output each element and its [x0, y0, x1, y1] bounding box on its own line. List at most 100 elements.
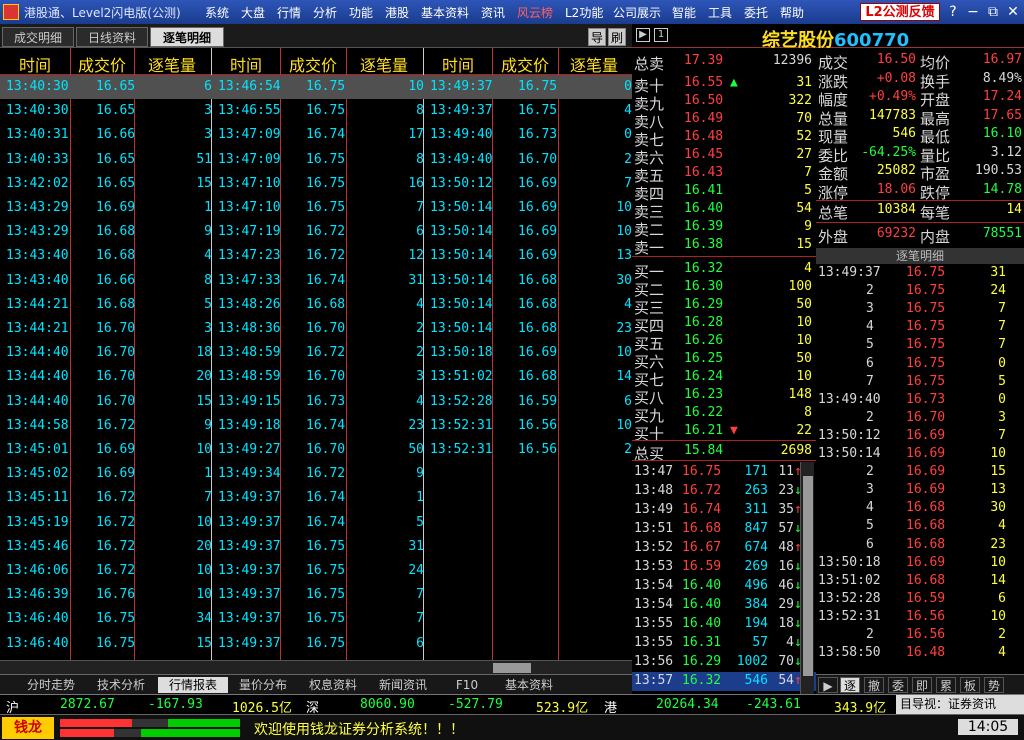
menu-analysis[interactable]: 分析: [313, 4, 337, 21]
rtab-tick[interactable]: 逐: [840, 677, 860, 693]
tick-price: 16.70: [306, 321, 346, 336]
table-row[interactable]: 13:43:29 16.69 1 13:47:10 16.75 7 13:50:14 16.6…: [0, 196, 632, 220]
vertical-scrollbar[interactable]: [800, 462, 814, 694]
table-row[interactable]: 13:43:29 16.68 9 13:47:19 16.72 6 13:50:14 16.6…: [0, 220, 632, 244]
minute-row[interactable]: 13:51 16.68 847 57 ↓: [632, 520, 816, 539]
menu-hk[interactable]: 港股: [385, 4, 409, 21]
scroll-thumb[interactable]: [803, 476, 813, 676]
menu-smart[interactable]: 智能: [672, 4, 696, 21]
tick-volume: 0: [998, 391, 1006, 407]
refresh-button[interactable]: 刷: [608, 28, 626, 46]
minute-row[interactable]: 13:55 16.31 57 4 ↓: [632, 634, 816, 653]
tab-daily-data[interactable]: 日线资料: [76, 27, 148, 47]
tab-basic-data[interactable]: 基本资料: [496, 677, 562, 693]
table-row[interactable]: 13:43:40 16.66 8 13:47:33 16.74 31 13:50:14 16.…: [0, 269, 632, 293]
minute-row[interactable]: 13:52 16.67 674 48 ↑: [632, 539, 816, 558]
tick-time: 13:49:37: [430, 103, 493, 119]
ask-row-label: 卖一: [634, 239, 665, 257]
l2-feedback-button[interactable]: L2公测反馈: [860, 3, 940, 21]
table-row[interactable]: 13:40:30 16.65 6 13:46:54 16.75 10 13:49:37 16.…: [0, 75, 632, 99]
table-row[interactable]: 13:40:31 16.66 3 13:47:09 16.74 17 13:49:40 16.…: [0, 123, 632, 147]
table-row[interactable]: 13:45:19 16.72 10 13:49:37 16.74 5: [0, 511, 632, 535]
stat-value: 546: [892, 126, 916, 141]
menu-function[interactable]: 功能: [349, 4, 373, 21]
table-row[interactable]: 13:45:02 16.69 1 13:49:34 16.72 9: [0, 462, 632, 486]
table-row[interactable]: 13:40:33 16.65 51 13:47:09 16.75 8 13:49:40 16.…: [0, 148, 632, 172]
menu-system[interactable]: 系统: [205, 4, 229, 21]
rtab-trend[interactable]: 势: [984, 677, 1004, 693]
tab-trade-detail[interactable]: 成交明细: [2, 27, 74, 47]
tab-news[interactable]: 新闻资讯: [370, 677, 436, 693]
menu-rank[interactable]: 风云榜: [517, 4, 553, 21]
tick-price: 16.75: [306, 587, 346, 603]
minute-row[interactable]: 13:48 16.72 263 23 ↓: [632, 482, 816, 501]
table-row[interactable]: 13:46:40 16.75 15 13:49:37 16.75 6: [0, 632, 632, 656]
tab-f10[interactable]: F10: [440, 677, 494, 693]
rtab-instant[interactable]: 即: [912, 677, 932, 693]
tab-quote-report[interactable]: 行情报表: [158, 677, 228, 693]
stat-value: 16.50: [876, 52, 916, 67]
menu-company[interactable]: 公司展示: [613, 4, 661, 21]
tab-intraday[interactable]: 分时走势: [18, 677, 84, 693]
tick-time: 5: [866, 337, 874, 353]
table-row[interactable]: 13:40:30 16.65 3 13:46:55 16.75 8 13:49:37 16.7…: [0, 99, 632, 123]
table-row[interactable]: 13:44:40 16.70 15 13:49:15 16.73 4 13:52:28 16.…: [0, 390, 632, 414]
table-row[interactable]: 13:44:58 16.72 9 13:49:18 16.74 23 13:52:31 16.…: [0, 414, 632, 438]
restore-icon[interactable]: ⧉: [984, 3, 1002, 21]
help-icon[interactable]: ?: [944, 3, 962, 21]
table-row[interactable]: 13:42:02 16.65 15 13:47:10 16.75 16 13:50:12 16…: [0, 172, 632, 196]
tab-volume-price[interactable]: 量价分布: [230, 677, 296, 693]
minute-row[interactable]: 13:53 16.59 269 16 ↓: [632, 558, 816, 577]
page-one-icon[interactable]: 1: [654, 28, 668, 42]
table-row[interactable]: 13:44:40 16.70 18 13:48:59 16.72 2 13:50:18 16.…: [0, 341, 632, 365]
minute-row[interactable]: 13:56 16.29 1002 70 ↓: [632, 653, 816, 672]
close-icon[interactable]: ✕: [1004, 3, 1022, 21]
table-row[interactable]: 13:46:06 16.72 10 13:49:37 16.75 24: [0, 559, 632, 583]
scroll-thumb[interactable]: [493, 663, 531, 673]
menu-news[interactable]: 资讯: [481, 4, 505, 21]
table-row[interactable]: 13:43:40 16.68 4 13:47:23 16.72 12 13:50:14 16.…: [0, 244, 632, 268]
tab-dividend[interactable]: 权息资料: [300, 677, 366, 693]
menu-help[interactable]: 帮助: [780, 4, 804, 21]
table-row[interactable]: 13:45:01 16.69 10 13:49:27 16.70 50 13:52:31 16…: [0, 438, 632, 462]
tick-volume: 1: [416, 490, 424, 506]
minute-row[interactable]: 13:49 16.74 311 35 ↑: [632, 501, 816, 520]
minute-row[interactable]: 13:54 16.40 384 29 ↓: [632, 596, 816, 615]
export-button[interactable]: 导: [588, 28, 606, 46]
tab-technical[interactable]: 技术分析: [88, 677, 154, 693]
minute-row[interactable]: 13:57 16.32 546 54 ↑: [632, 672, 816, 691]
table-row[interactable]: 13:44:21 16.70 3 13:48:36 16.70 2 13:50:14 16.6…: [0, 317, 632, 341]
minute-row[interactable]: 13:55 16.40 194 18 ↓: [632, 615, 816, 634]
menu-basic-info[interactable]: 基本资料: [421, 4, 469, 21]
tab-tick-detail[interactable]: 逐笔明细: [150, 27, 224, 47]
menu-trade[interactable]: 委托: [744, 4, 768, 21]
minute-row[interactable]: 13:47 16.75 171 11 ↑: [632, 463, 816, 482]
stat-value: 16.10: [982, 126, 1022, 141]
rtab-order[interactable]: 委: [888, 677, 908, 693]
guide-label[interactable]: 目导视：证券资讯: [896, 695, 1024, 714]
horizontal-scrollbar[interactable]: [0, 660, 632, 674]
table-row[interactable]: 13:44:40 16.70 20 13:48:59 16.70 3 13:51:02 16.…: [0, 365, 632, 389]
table-row[interactable]: 13:44:21 16.68 5 13:48:26 16.68 4 13:50:14 16.6…: [0, 293, 632, 317]
table-row[interactable]: 13:45:11 16.72 7 13:49:37 16.74 1: [0, 486, 632, 510]
tick-time: 13:50:14: [430, 248, 493, 264]
menu-tools[interactable]: 工具: [708, 4, 732, 21]
minute-row[interactable]: 13:54 16.40 496 46 ↓: [632, 577, 816, 596]
rtab-cumulative[interactable]: 累: [936, 677, 956, 693]
tick-time: 13:47:33: [218, 272, 281, 288]
table-row[interactable]: 13:46:40 16.75 34 13:49:37 16.75 7: [0, 607, 632, 631]
table-row[interactable]: 13:45:46 16.72 20 13:49:37 16.75 31: [0, 535, 632, 559]
stat-value: 147783: [869, 107, 916, 123]
menu-market[interactable]: 大盘: [241, 4, 265, 21]
rtab-cancel[interactable]: 撤: [864, 677, 884, 693]
menu-l2[interactable]: L2功能: [565, 4, 603, 21]
tick-time: 13:50:14: [430, 296, 493, 312]
rtab-sector[interactable]: 板: [960, 677, 980, 693]
play-icon[interactable]: ▶: [818, 677, 838, 693]
play-icon[interactable]: ▶: [636, 28, 650, 42]
tick-time: 13:50:14: [430, 272, 493, 288]
tick-price: 16.75: [906, 373, 946, 389]
table-row[interactable]: 13:46:39 16.76 10 13:49:37 16.75 7: [0, 583, 632, 607]
menu-quotes[interactable]: 行情: [277, 4, 301, 21]
minimize-icon[interactable]: −: [964, 3, 982, 21]
